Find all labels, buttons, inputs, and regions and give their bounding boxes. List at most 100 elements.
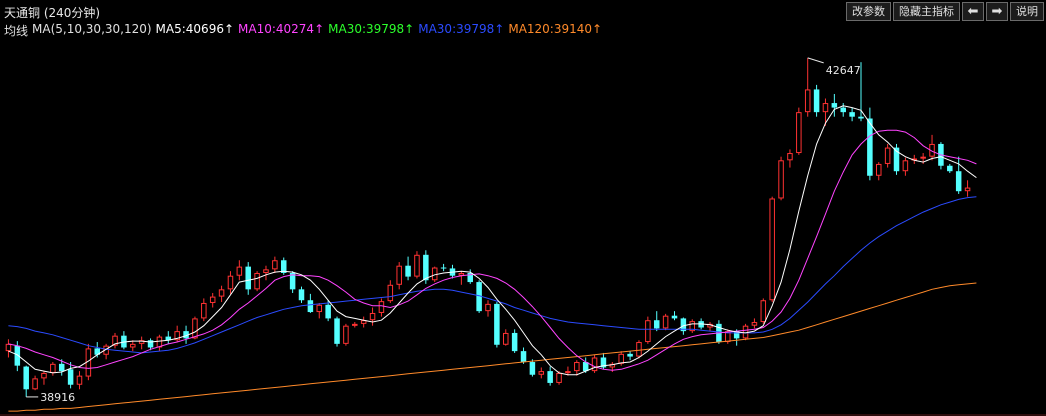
candle-body [867,118,873,176]
candle-body [804,89,811,113]
candle-body [884,147,891,164]
indicator-params: MA(5,10,30,30,120) [32,22,152,36]
window-title: 天通铜 (240分钟) [4,6,101,20]
candle-body [503,332,509,345]
candle-body [955,171,962,192]
candle-body [831,103,838,108]
candle-body [316,304,323,313]
candle-body [263,269,269,273]
candle-body [218,289,225,297]
candle-body [787,153,793,161]
candle-body [378,301,385,313]
candle-body [742,325,749,339]
ma120-value: MA120:39140↑ [508,22,603,36]
candle-body [5,343,12,352]
candle-body [343,325,349,344]
high-marker-line [807,57,824,64]
candle-body [14,345,21,366]
candle-body [58,363,65,372]
ma10-value: MA10:40274↑ [238,22,325,36]
candle-body [645,320,651,343]
candle-body [334,318,340,344]
candle-body [653,320,660,329]
candle-body [396,265,402,285]
candle-body [67,369,74,385]
candle-body [245,266,251,290]
prev-button[interactable]: ⬅ [962,2,984,21]
candle-body [414,254,420,277]
candle-body [227,275,234,290]
candle-body [556,372,562,383]
candle-body [440,267,447,269]
candle-body [41,372,47,379]
title-bar: 天通铜 (240分钟) 改参数 隐藏主指标 ⬅ ➡ 说明 [0,0,1046,22]
candle-body [920,156,926,159]
candle-body [192,318,198,339]
candle-body [458,272,465,276]
candle-body [538,371,545,375]
ma10-line [8,129,977,371]
candle-body [751,322,758,326]
ma30-line [8,196,977,354]
candle-body [23,366,29,390]
candle-body [405,265,411,277]
candle-body [902,160,909,172]
next-button[interactable]: ➡ [986,2,1008,21]
candle-body [298,289,305,301]
candle-body [591,357,598,372]
edit-params-button[interactable]: 改参数 [846,2,891,21]
candle-body [360,320,367,324]
low-price-label: 38916 [40,391,75,404]
candle-body [485,303,491,312]
candle-body [32,378,38,390]
high-price-label: 42647 [826,64,861,77]
candle-body [760,300,767,323]
candle-body [511,332,518,352]
candle-body [130,343,136,348]
candle-body [618,353,624,364]
candle-body [849,112,855,117]
candle-body [307,300,314,313]
candle-body [209,296,216,303]
candle-body [529,362,536,375]
indicator-legend: 均线 MA(5,10,30,30,120) MA5:40696↑ MA10:40… [4,22,602,39]
candle-body [272,260,278,270]
candle-body [520,351,527,363]
candle-body [369,312,376,321]
ma120-line [8,282,977,412]
candle-body [796,112,802,154]
candle-body [822,103,829,113]
candle-body [662,315,669,329]
candle-body [813,89,820,113]
help-button[interactable]: 说明 [1010,2,1044,21]
candle-body [769,198,775,301]
candlestick-chart[interactable]: 42647 38916 [0,40,1046,416]
arrow-left-icon: ⬅ [967,4,979,19]
candle-body [254,272,260,290]
arrow-right-icon: ➡ [991,4,1003,19]
candle-body [636,342,642,357]
candle-body [947,165,953,172]
candle-body [387,284,394,302]
candle-body [236,266,243,276]
candle-body [431,267,438,281]
indicator-name: 均线 [4,24,29,38]
candle-body [574,362,580,372]
ma5-line [8,105,977,376]
candle-body [840,107,846,113]
candle-body [875,163,882,176]
candle-body [627,353,633,357]
candle-body [156,336,163,348]
candle-body [547,371,553,383]
hide-indicator-button[interactable]: 隐藏主指标 [893,2,960,21]
candle-body [778,160,784,199]
candle-body [565,371,571,374]
toolbar: 改参数 隐藏主指标 ⬅ ➡ 说明 [846,2,1044,21]
candle-body [964,187,971,192]
candle-body [50,363,56,373]
candle-body [423,254,429,281]
candle-body [858,116,864,119]
candle-body [352,323,358,326]
ma30a-value: MA30:39798↑ [328,22,415,36]
candle-body [201,302,207,319]
